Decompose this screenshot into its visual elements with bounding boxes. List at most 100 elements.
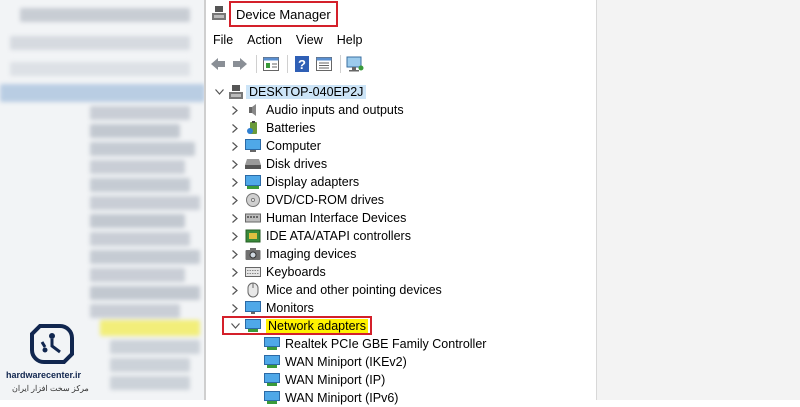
toolbar-separator bbox=[256, 55, 257, 73]
expand-chevron-icon[interactable] bbox=[230, 177, 240, 187]
view-button[interactable] bbox=[314, 55, 333, 73]
monitor-icon bbox=[245, 300, 261, 316]
expand-chevron-icon[interactable] bbox=[230, 267, 240, 277]
title-bar: Device Manager bbox=[206, 0, 596, 30]
toolbar-separator bbox=[340, 55, 341, 73]
network-adapter-icon bbox=[264, 336, 280, 352]
tree-item-batteries[interactable]: Batteries bbox=[230, 119, 315, 137]
tree-item-label: Audio inputs and outputs bbox=[266, 103, 404, 117]
blurred-row bbox=[110, 376, 190, 390]
menu-view[interactable]: View bbox=[289, 32, 330, 48]
collapse-chevron-icon[interactable] bbox=[214, 87, 224, 97]
network-adapter-icon bbox=[264, 354, 280, 370]
tree-item-ide-controllers[interactable]: IDE ATA/ATAPI controllers bbox=[230, 227, 411, 245]
tree-item-mice[interactable]: Mice and other pointing devices bbox=[230, 281, 442, 299]
blurred-row bbox=[90, 160, 185, 174]
properties-view-icon bbox=[262, 57, 279, 71]
menu-help[interactable]: Help bbox=[330, 32, 370, 48]
expand-chevron-icon[interactable] bbox=[230, 159, 240, 169]
blurred-row bbox=[0, 84, 205, 102]
expand-chevron-icon[interactable] bbox=[230, 141, 240, 151]
tree-item-audio[interactable]: Audio inputs and outputs bbox=[230, 101, 404, 119]
blurred-row bbox=[110, 358, 190, 372]
expand-chevron-icon[interactable] bbox=[230, 213, 240, 223]
display-adapter-icon bbox=[245, 174, 261, 190]
expand-chevron-icon[interactable] bbox=[230, 105, 240, 115]
window-title: Device Manager bbox=[229, 1, 338, 27]
tree-child-label: Realtek PCIe GBE Family Controller bbox=[285, 337, 487, 351]
tree-item-dvd-drives[interactable]: DVD/CD-ROM drives bbox=[230, 191, 384, 209]
blurred-row bbox=[10, 62, 190, 76]
forward-arrow-icon bbox=[232, 58, 247, 70]
tree-item-label: Mice and other pointing devices bbox=[266, 283, 442, 297]
expand-chevron-icon[interactable] bbox=[230, 123, 240, 133]
blurred-row bbox=[110, 340, 200, 354]
expand-chevron-icon[interactable] bbox=[230, 195, 240, 205]
back-button[interactable] bbox=[208, 55, 227, 73]
speaker-icon bbox=[245, 102, 261, 118]
menu-file[interactable]: File bbox=[206, 32, 240, 48]
tree-item-label: Computer bbox=[266, 139, 321, 153]
blurred-row bbox=[90, 178, 190, 192]
tree-child-wan-ipv6[interactable]: WAN Miniport (IPv6) bbox=[264, 389, 398, 407]
blurred-row bbox=[90, 250, 200, 264]
back-arrow-icon bbox=[210, 58, 225, 70]
tree-item-label: IDE ATA/ATAPI controllers bbox=[266, 229, 411, 243]
expand-chevron-icon[interactable] bbox=[230, 249, 240, 259]
svg-text:?: ? bbox=[298, 57, 306, 72]
forward-button[interactable] bbox=[230, 55, 249, 73]
toolbar: ? bbox=[206, 53, 367, 75]
device-view-icon bbox=[315, 57, 332, 71]
tree-item-label: DVD/CD-ROM drives bbox=[266, 193, 385, 207]
tree-item-label: Imaging devices bbox=[266, 247, 357, 261]
expand-chevron-icon[interactable] bbox=[230, 231, 240, 241]
network-adapter-icon bbox=[264, 372, 280, 388]
tree-item-label: Keyboards bbox=[266, 265, 326, 279]
monitor-scan-icon bbox=[346, 56, 363, 72]
network-adapters-highlight bbox=[222, 316, 372, 335]
blurred-row bbox=[90, 286, 200, 300]
help-icon: ? bbox=[294, 56, 309, 72]
tree-item-monitors[interactable]: Monitors bbox=[230, 299, 314, 317]
window-title-text: Device Manager bbox=[236, 6, 331, 22]
tree-item-label: Disk drives bbox=[266, 157, 328, 171]
blurred-row bbox=[10, 36, 190, 50]
tree-item-disk-drives[interactable]: Disk drives bbox=[230, 155, 327, 173]
menu-action[interactable]: Action bbox=[240, 32, 289, 48]
tree-item-label: Batteries bbox=[266, 121, 316, 135]
tree-child-realtek[interactable]: Realtek PCIe GBE Family Controller bbox=[264, 335, 486, 353]
blurred-row bbox=[90, 304, 180, 318]
tree-root[interactable]: DESKTOP-040EP2J bbox=[214, 83, 367, 101]
tree-child-wan-ip[interactable]: WAN Miniport (IP) bbox=[264, 371, 385, 389]
blurred-row bbox=[90, 196, 200, 210]
scan-hardware-button[interactable] bbox=[345, 55, 364, 73]
mouse-icon bbox=[245, 282, 261, 298]
computer-root-icon bbox=[228, 84, 244, 100]
properties-button[interactable] bbox=[261, 55, 280, 73]
tree-item-computer[interactable]: Computer bbox=[230, 137, 321, 155]
tree-item-imaging-devices[interactable]: Imaging devices bbox=[230, 245, 356, 263]
device-manager-icon bbox=[212, 6, 226, 20]
tree-item-label: Display adapters bbox=[266, 175, 360, 189]
expand-chevron-icon[interactable] bbox=[230, 303, 240, 313]
blurred-row bbox=[90, 124, 180, 138]
circuit-logo-icon bbox=[30, 324, 74, 364]
expand-chevron-icon[interactable] bbox=[230, 285, 240, 295]
blurred-row bbox=[90, 142, 195, 156]
blurred-row bbox=[90, 268, 185, 282]
tree-item-hid[interactable]: Human Interface Devices bbox=[230, 209, 406, 227]
menu-bar: File Action View Help bbox=[206, 32, 370, 48]
help-button[interactable]: ? bbox=[292, 55, 311, 73]
battery-icon bbox=[245, 120, 261, 136]
disk-drive-icon bbox=[245, 156, 261, 172]
tree-child-wan-ikev2[interactable]: WAN Miniport (IKEv2) bbox=[264, 353, 407, 371]
tree-item-display-adapters[interactable]: Display adapters bbox=[230, 173, 359, 191]
device-manager-window: Device Manager File Action View Help ? D… bbox=[206, 0, 596, 405]
camera-icon bbox=[245, 246, 261, 262]
brand-logo: hardwarecenter.ir مرکز سخت افزار ایران bbox=[6, 320, 101, 398]
blurred-row bbox=[20, 8, 190, 22]
tree-item-label: Human Interface Devices bbox=[266, 211, 407, 225]
tree-item-keyboards[interactable]: Keyboards bbox=[230, 263, 326, 281]
frame-divider bbox=[596, 0, 597, 400]
blurred-background-right bbox=[597, 0, 800, 400]
